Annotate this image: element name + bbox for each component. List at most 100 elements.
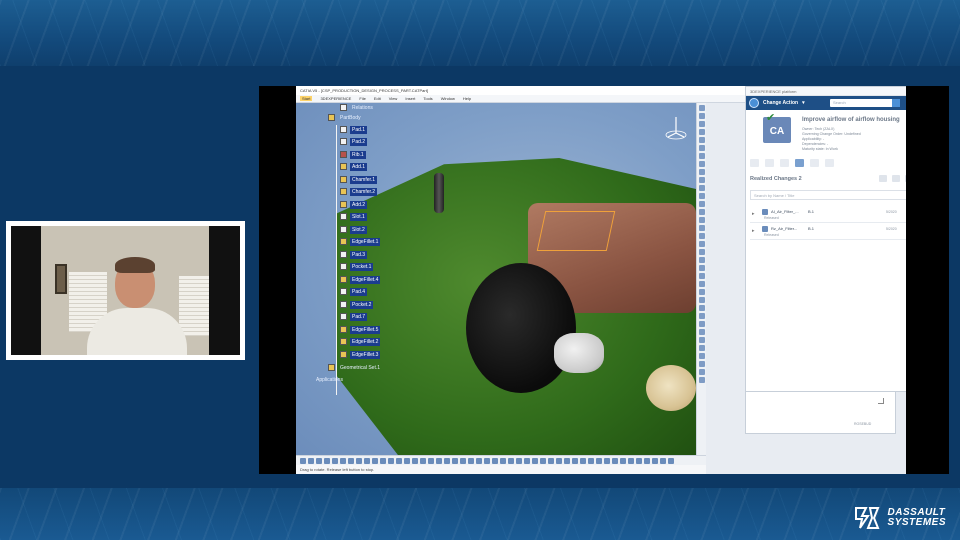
toolbar-icon[interactable] <box>388 457 394 464</box>
toolbar-icon[interactable] <box>460 457 466 464</box>
toolbar-icon[interactable] <box>308 457 314 464</box>
toolbar-icon[interactable] <box>698 153 705 159</box>
menu-start[interactable]: Start <box>300 96 313 101</box>
toolbar-icon[interactable] <box>364 457 370 464</box>
toolbar-icon[interactable] <box>428 457 434 464</box>
toolbar-icon[interactable] <box>324 457 330 464</box>
toolbar-icon[interactable] <box>652 457 658 464</box>
toolbar-icon[interactable] <box>532 457 538 464</box>
toolbar-icon[interactable] <box>698 273 705 279</box>
toolbar-icon[interactable] <box>698 265 705 271</box>
toolbar-icon[interactable] <box>698 225 705 231</box>
menu-insert[interactable]: Insert <box>405 96 415 101</box>
toolbar-icon[interactable] <box>698 137 705 143</box>
toolbar-icon[interactable] <box>698 369 705 375</box>
toolbar-icon[interactable] <box>396 457 402 464</box>
toolbar-icon[interactable] <box>420 457 426 464</box>
toolbar-icon[interactable] <box>698 289 705 295</box>
toolbar-icon[interactable] <box>698 129 705 135</box>
toolbar-icon[interactable] <box>580 457 586 464</box>
tree-item-partbody[interactable]: PartBody <box>328 113 363 122</box>
toolbar-icon[interactable] <box>332 457 338 464</box>
toolbar-icon[interactable] <box>698 105 705 111</box>
toolbar-icon[interactable] <box>444 457 450 464</box>
toolbar-icon[interactable] <box>628 457 634 464</box>
tree-feature[interactable]: Chamfer.2 <box>340 187 378 196</box>
toolbar-icon[interactable] <box>508 457 514 464</box>
toolbar-icon[interactable] <box>564 457 570 464</box>
tab-history-icon[interactable] <box>825 159 834 167</box>
toolbar-icon[interactable] <box>452 457 458 464</box>
toolbar-icon[interactable] <box>698 321 705 327</box>
toolbar-icon[interactable] <box>572 457 578 464</box>
search-icon[interactable] <box>892 99 900 107</box>
toolbar-icon[interactable] <box>476 457 482 464</box>
toolbar-icon[interactable] <box>698 337 705 343</box>
menu-3dexperience[interactable]: 3DEXPERIENCE <box>320 96 351 101</box>
tree-feature[interactable]: Pocket.1 <box>340 262 374 271</box>
compass-icon[interactable] <box>664 115 688 145</box>
toolbar-icon[interactable] <box>340 457 346 464</box>
menu-view[interactable]: View <box>389 96 398 101</box>
tree-feature[interactable]: Pad.7 <box>340 312 368 321</box>
tree-feature[interactable]: Pad.2 <box>340 137 368 146</box>
toolbar-icon[interactable] <box>620 457 626 464</box>
toolbar-icon[interactable] <box>698 313 705 319</box>
tree-item-applications[interactable]: Applications <box>314 375 345 384</box>
toolbar-icon[interactable] <box>698 257 705 263</box>
toolbar-icon[interactable] <box>516 457 522 464</box>
tree-feature[interactable]: Add.1 <box>340 162 368 171</box>
toolbar-icon[interactable] <box>698 233 705 239</box>
toolbar-icon[interactable] <box>556 457 562 464</box>
tree-feature[interactable]: Add.2 <box>340 200 368 209</box>
tree-feature[interactable]: EdgeFillet.4 <box>340 275 381 284</box>
tree-item-geometrical-set[interactable]: Geometrical Set.1 <box>328 363 382 372</box>
toolbar-icon[interactable] <box>436 457 442 464</box>
toolbar-icon[interactable] <box>540 457 546 464</box>
tab-links-icon[interactable] <box>810 159 819 167</box>
toolbar-icon[interactable] <box>698 353 705 359</box>
view-icon[interactable] <box>905 175 906 182</box>
toolbar-icon[interactable] <box>698 377 705 383</box>
tree-feature[interactable]: Pocket.2 <box>340 300 374 309</box>
toolbar-icon[interactable] <box>588 457 594 464</box>
toolbar-icon[interactable] <box>698 361 705 367</box>
tree-item-relations[interactable]: Relations <box>340 103 375 112</box>
toolbar-icon[interactable] <box>698 145 705 151</box>
toolbar-icon[interactable] <box>698 185 705 191</box>
toolbar-icon[interactable] <box>698 209 705 215</box>
toolbar-icon[interactable] <box>412 457 418 464</box>
toolbar-icon[interactable] <box>698 305 705 311</box>
toolbar-icon[interactable] <box>644 457 650 464</box>
toolbar-icon[interactable] <box>604 457 610 464</box>
panel-search-input[interactable]: Search <box>830 99 900 107</box>
tree-feature[interactable]: EdgeFillet.1 <box>340 237 381 246</box>
tree-feature[interactable]: Slot.1 <box>340 212 367 221</box>
toolbar-icon[interactable] <box>698 249 705 255</box>
chevron-right-icon[interactable]: ▸ <box>752 228 755 234</box>
toolbar-icon[interactable] <box>372 457 378 464</box>
filter-icon[interactable] <box>879 175 887 182</box>
toolbar-icon[interactable] <box>316 457 322 464</box>
toolbar-icon[interactable] <box>698 329 705 335</box>
toolbar-icon[interactable] <box>698 345 705 351</box>
toolbar-icon[interactable] <box>300 457 306 464</box>
tree-feature[interactable]: EdgeFillet.5 <box>340 325 381 334</box>
tool-name[interactable]: Change Action <box>763 100 798 106</box>
tree-feature[interactable]: Pad.4 <box>340 287 368 296</box>
toolbar-icon[interactable] <box>698 241 705 247</box>
tree-feature[interactable]: Chamfer.1 <box>340 175 378 184</box>
toolbar-icon[interactable] <box>596 457 602 464</box>
toolbar-icon[interactable] <box>660 457 666 464</box>
toolbar-icon[interactable] <box>698 193 705 199</box>
table-row[interactable]: ▸ AI_Air_Filter_... B.1 Released 5/2020 … <box>750 207 906 223</box>
tree-feature[interactable]: Pad.3 <box>340 250 368 259</box>
tree-feature[interactable]: Pad.1 <box>340 125 368 134</box>
menu-file[interactable]: File <box>359 96 365 101</box>
toolbar-icon[interactable] <box>468 457 474 464</box>
toolbar-icon[interactable] <box>698 217 705 223</box>
compass-app-icon[interactable] <box>749 98 759 108</box>
toolbar-icon[interactable] <box>524 457 530 464</box>
toolbar-icon[interactable] <box>548 457 554 464</box>
toolbar-icon[interactable] <box>698 201 705 207</box>
